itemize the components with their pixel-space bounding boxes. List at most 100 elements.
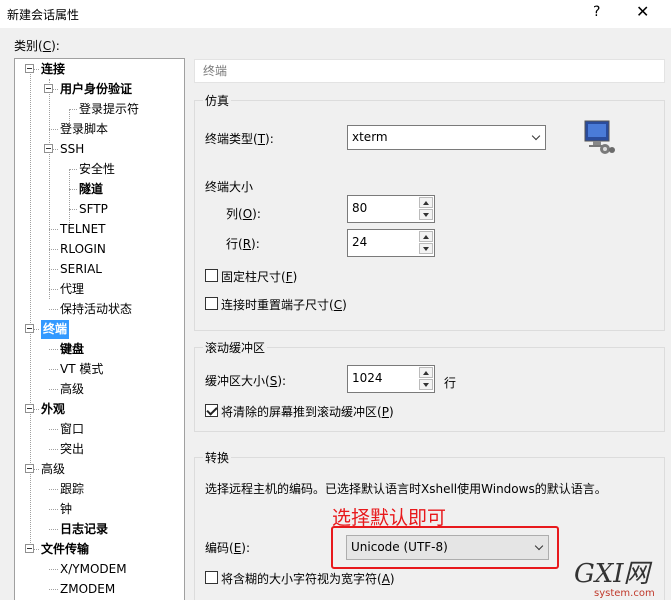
tree-item[interactable]: 日志记录 [60, 520, 108, 539]
collapse-icon[interactable] [25, 64, 34, 73]
chevron-down-icon [534, 541, 544, 551]
tree-item[interactable]: 钟 [60, 500, 72, 519]
cols-label: 列(O): [226, 207, 261, 221]
reset-size-label: 连接时重置端子尺寸(C) [221, 298, 347, 312]
cols-down-icon[interactable] [419, 209, 433, 220]
collapse-icon[interactable] [44, 144, 53, 153]
buffer-size-value: 1024 [352, 371, 383, 385]
encoding-select[interactable]: Unicode (UTF-8) [346, 535, 549, 560]
tree-item[interactable]: TELNET [60, 220, 106, 239]
tree-item[interactable]: SERIAL [60, 260, 102, 279]
push-screen-label: 将清除的屏幕推到滚动缓冲区(P) [221, 405, 394, 419]
tree-line [49, 269, 58, 270]
tree-line [49, 309, 58, 310]
tree-line [49, 349, 58, 350]
help-button[interactable]: ? [593, 4, 600, 20]
collapse-icon[interactable] [25, 324, 34, 333]
tree-item[interactable]: 安全性 [79, 160, 115, 179]
cols-up-icon[interactable] [419, 197, 433, 208]
tree-item[interactable]: 高级 [41, 460, 65, 479]
tree-line [49, 529, 58, 530]
tree-item[interactable]: 高级 [60, 380, 84, 399]
tree-line [49, 129, 58, 130]
tree-line [49, 429, 58, 430]
watermark-domain: system.com [594, 588, 655, 599]
tree-item[interactable]: 突出 [60, 440, 84, 459]
rows-up-icon[interactable] [419, 231, 433, 242]
tree-line [49, 569, 58, 570]
tree-item[interactable]: VT 模式 [60, 360, 103, 379]
tree-item[interactable]: RLOGIN [60, 240, 106, 259]
tree-item[interactable]: SSH [60, 140, 84, 159]
terminal-monitor-icon [584, 120, 615, 154]
chevron-down-icon [531, 131, 541, 141]
fixed-size-checkbox[interactable] [205, 269, 218, 282]
tree-item[interactable]: 登录提示符 [79, 100, 139, 119]
tree-line [49, 449, 58, 450]
reset-size-checkbox[interactable] [205, 297, 218, 310]
wide-char-checkbox[interactable] [205, 571, 218, 584]
tree-item[interactable]: 用户身份验证 [60, 80, 132, 99]
category-tree[interactable]: 连接 用户身份验证 登录提示符 登录脚本 SSH 安全性 隧道 SFTP TELNET RLOGI… [14, 58, 185, 600]
buffer-unit-label: 行 [444, 376, 457, 390]
tree-line [49, 249, 58, 250]
title-bar: 新建会话属性 ? ✕ [0, 0, 671, 28]
tree-item[interactable]: 终端 [41, 320, 70, 339]
close-button[interactable]: ✕ [636, 2, 649, 21]
collapse-icon[interactable] [25, 464, 34, 473]
tree-line [49, 289, 58, 290]
window-title: 新建会话属性 [7, 8, 80, 22]
buffer-up-icon[interactable] [419, 367, 433, 378]
scroll-group-title: 滚动缓冲区 [203, 339, 268, 356]
tree-line [69, 109, 77, 110]
terminal-type-select[interactable]: xterm [347, 125, 546, 150]
tree-line [69, 189, 77, 190]
tree-item[interactable]: 跟踪 [60, 480, 84, 499]
terminal-size-title: 终端大小 [205, 180, 254, 194]
tree-item[interactable]: 文件传输 [41, 540, 89, 559]
tree-line [49, 509, 58, 510]
tree-line [49, 489, 58, 490]
tree-item[interactable]: 键盘 [60, 340, 84, 359]
tree-item[interactable]: 连接 [41, 60, 65, 79]
buffer-size-spinner[interactable]: 1024 [347, 365, 435, 393]
cols-spinner[interactable]: 80 [347, 195, 435, 223]
collapse-icon[interactable] [25, 404, 34, 413]
tree-line [49, 229, 58, 230]
category-label: 类别(C): [14, 39, 60, 53]
rows-spinner[interactable]: 24 [347, 229, 435, 257]
tree-line [49, 369, 58, 370]
tree-item[interactable]: 登录脚本 [60, 120, 108, 139]
tree-line [49, 79, 50, 299]
tree-item[interactable]: X/YMODEM [60, 560, 127, 579]
watermark-brand: GXI网 [574, 559, 653, 589]
tree-item[interactable]: ZMODEM [60, 580, 115, 599]
collapse-icon[interactable] [44, 84, 53, 93]
encoding-description: 选择远程主机的编码。已选择默认语言时Xshell使用Windows的默认语言。 [205, 482, 607, 496]
site-watermark-logo: GXI网 system.com [574, 559, 655, 599]
wide-char-label: 将含糊的大小字符视为宽字符(A) [221, 572, 395, 586]
encoding-value: Unicode (UTF-8) [351, 540, 448, 554]
buffer-down-icon[interactable] [419, 379, 433, 390]
encoding-label: 编码(E): [205, 541, 251, 555]
push-screen-checkbox[interactable] [205, 404, 218, 417]
translate-group-title: 转换 [203, 449, 232, 466]
tree-line [30, 69, 31, 551]
tree-item[interactable]: 隧道 [79, 180, 103, 199]
tree-item[interactable]: 外观 [41, 400, 65, 419]
tree-item[interactable]: 保持活动状态 [60, 300, 132, 319]
tree-item[interactable]: 代理 [60, 280, 84, 299]
fixed-size-label: 固定柱尺寸(F) [221, 270, 298, 284]
tree-item[interactable]: 窗口 [60, 420, 84, 439]
tree-line [49, 389, 58, 390]
tree-line [69, 209, 77, 210]
emulation-group-title: 仿真 [203, 92, 232, 109]
tree-line [49, 589, 58, 590]
collapse-icon[interactable] [25, 544, 34, 553]
tree-item[interactable]: SFTP [79, 200, 108, 219]
cols-value: 80 [352, 201, 368, 215]
rows-down-icon[interactable] [419, 243, 433, 254]
rows-value: 24 [352, 235, 368, 249]
rows-label: 行(R): [226, 237, 260, 251]
terminal-type-value: xterm [352, 130, 388, 144]
